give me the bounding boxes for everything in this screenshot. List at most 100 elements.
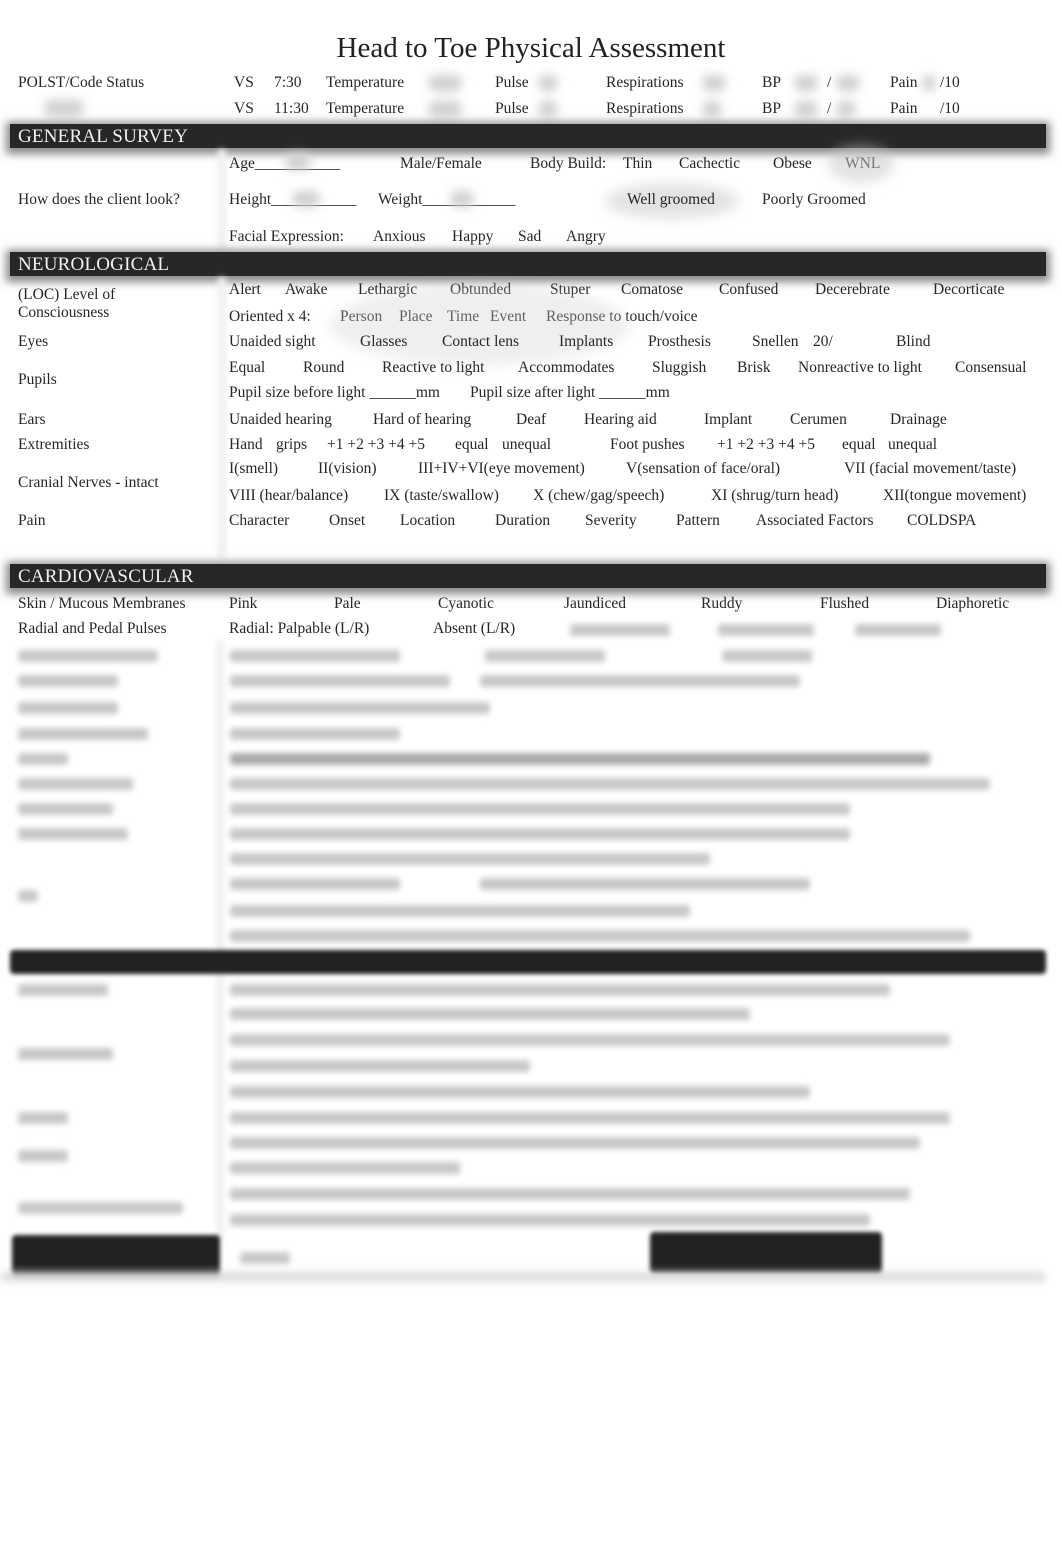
respirations-value[interactable] — [702, 101, 722, 117]
foot-option-unequal[interactable]: unequal — [888, 435, 937, 455]
cn-x[interactable]: X (chew/gag/speech) — [533, 486, 664, 506]
obscured-text — [855, 624, 941, 636]
pupil-size-before-field[interactable]: Pupil size before light ______mm — [229, 383, 440, 403]
pulse-value[interactable] — [538, 101, 558, 117]
option-unaided-sight[interactable]: Unaided sight — [229, 332, 316, 352]
weight-field[interactable]: Weight____________ — [378, 190, 515, 210]
option-anxious[interactable]: Anxious — [373, 227, 426, 247]
hand-option-equal[interactable]: equal — [455, 435, 489, 455]
temperature-value[interactable] — [428, 75, 462, 91]
option-thin[interactable]: Thin — [623, 154, 652, 174]
option-awake[interactable]: Awake — [285, 280, 327, 300]
cn-ix[interactable]: IX (taste/swallow) — [384, 486, 499, 506]
option-pale[interactable]: Pale — [334, 594, 361, 614]
hand-grip-scale[interactable]: +1 +2 +3 +4 +5 — [327, 435, 425, 455]
snellen-label: Snellen — [752, 333, 799, 350]
foot-option-equal[interactable]: equal — [842, 435, 876, 455]
cn-iii-iv-vi[interactable]: III+IV+VI(eye movement) — [418, 459, 585, 479]
weight-value — [450, 191, 474, 207]
option-blind[interactable]: Blind — [896, 332, 930, 352]
respirations-label: Respirations — [606, 74, 684, 91]
cn-i[interactable]: I(smell) — [229, 459, 278, 479]
bp-systolic[interactable] — [794, 101, 818, 117]
pain-value[interactable] — [922, 75, 936, 91]
selection-circle — [828, 145, 894, 183]
temperature-label: Temperature — [326, 100, 405, 117]
option-jaundiced[interactable]: Jaundiced — [564, 594, 626, 614]
option-radial-palpable[interactable]: Radial: Palpable (L/R) — [229, 619, 369, 639]
option-cachectic[interactable]: Cachectic — [679, 154, 740, 174]
snellen-field[interactable]: 20/ — [813, 332, 833, 352]
option-diaphoretic[interactable]: Diaphoretic — [936, 594, 1009, 614]
option-round[interactable]: Round — [303, 358, 344, 378]
option-ruddy[interactable]: Ruddy — [701, 594, 742, 614]
pain-pattern[interactable]: Pattern — [676, 511, 720, 531]
pain-duration[interactable]: Duration — [495, 511, 550, 531]
option-sluggish[interactable]: Sluggish — [652, 358, 706, 378]
obscured-text — [230, 1034, 950, 1046]
pain-scale: /10 — [940, 100, 960, 117]
vs-time: 11:30 — [274, 100, 309, 117]
option-consensual[interactable]: Consensual — [955, 358, 1026, 378]
option-equal[interactable]: Equal — [229, 358, 265, 378]
option-contact-lens[interactable]: Contact lens — [442, 332, 519, 352]
option-drainage[interactable]: Drainage — [890, 410, 947, 430]
cn-ii[interactable]: II(vision) — [318, 459, 377, 479]
option-hearing-aid[interactable]: Hearing aid — [584, 410, 657, 430]
sex-field[interactable]: Male/Female — [400, 154, 482, 174]
option-cerumen[interactable]: Cerumen — [790, 410, 847, 430]
pain-associated-factors[interactable]: Associated Factors — [756, 511, 874, 531]
option-decerebrate[interactable]: Decerebrate — [815, 280, 890, 300]
option-obese[interactable]: Obese — [773, 154, 812, 174]
cn-v[interactable]: V(sensation of face/oral) — [626, 459, 780, 479]
pain-severity[interactable]: Severity — [585, 511, 637, 531]
option-comatose[interactable]: Comatose — [621, 280, 683, 300]
option-hard-of-hearing[interactable]: Hard of hearing — [373, 410, 471, 430]
obscured-text — [230, 1137, 920, 1149]
cn-xii[interactable]: XII(tongue movement) — [883, 486, 1026, 506]
foot-push-scale[interactable]: +1 +2 +3 +4 +5 — [717, 435, 815, 455]
option-brisk[interactable]: Brisk — [737, 358, 771, 378]
option-deaf[interactable]: Deaf — [516, 410, 546, 430]
option-reactive-to-light[interactable]: Reactive to light — [382, 358, 484, 378]
option-angry[interactable]: Angry — [566, 227, 606, 247]
obscured-text — [230, 1162, 460, 1174]
option-implants[interactable]: Implants — [559, 332, 613, 352]
pain-character[interactable]: Character — [229, 511, 289, 531]
cn-vii[interactable]: VII (facial movement/taste) — [844, 459, 1016, 479]
bp-diastolic[interactable] — [836, 75, 860, 91]
bp-separator: / — [827, 100, 832, 117]
option-pink[interactable]: Pink — [229, 594, 257, 614]
obscured-text — [230, 702, 490, 714]
pulse-value[interactable] — [538, 75, 558, 91]
cn-viii[interactable]: VIII (hear/balance) — [229, 486, 348, 506]
option-radial-absent[interactable]: Absent (L/R) — [433, 619, 515, 639]
temperature-value[interactable] — [428, 101, 462, 117]
pupil-size-after-field[interactable]: Pupil size after light ______mm — [470, 383, 670, 403]
cn-xi[interactable]: XI (shrug/turn head) — [711, 486, 838, 506]
pain-onset[interactable]: Onset — [329, 511, 365, 531]
option-alert[interactable]: Alert — [229, 280, 261, 300]
option-poorly-groomed[interactable]: Poorly Groomed — [762, 190, 866, 210]
option-confused[interactable]: Confused — [719, 280, 778, 300]
hand-option-unequal[interactable]: unequal — [502, 435, 551, 455]
option-glasses[interactable]: Glasses — [360, 332, 407, 352]
foot-pushes-label: Foot pushes — [610, 436, 685, 453]
option-implant[interactable]: Implant — [704, 410, 752, 430]
pain-coldspa[interactable]: COLDSPA — [907, 511, 976, 531]
respirations-value[interactable] — [702, 75, 726, 91]
bp-diastolic[interactable] — [836, 101, 856, 117]
option-flushed[interactable]: Flushed — [820, 594, 869, 614]
bp-systolic[interactable] — [794, 75, 818, 91]
pain-location[interactable]: Location — [400, 511, 455, 531]
option-sad[interactable]: Sad — [518, 227, 541, 247]
obscured-content — [0, 640, 1062, 1285]
option-happy[interactable]: Happy — [452, 227, 493, 247]
option-decorticate[interactable]: Decorticate — [933, 280, 1004, 300]
option-prosthesis[interactable]: Prosthesis — [648, 332, 711, 352]
option-well-groomed[interactable]: Well groomed — [627, 190, 715, 210]
option-accommodates[interactable]: Accommodates — [518, 358, 614, 378]
option-nonreactive-to-light[interactable]: Nonreactive to light — [798, 358, 922, 378]
option-cyanotic[interactable]: Cyanotic — [438, 594, 494, 614]
option-unaided-hearing[interactable]: Unaided hearing — [229, 410, 332, 430]
